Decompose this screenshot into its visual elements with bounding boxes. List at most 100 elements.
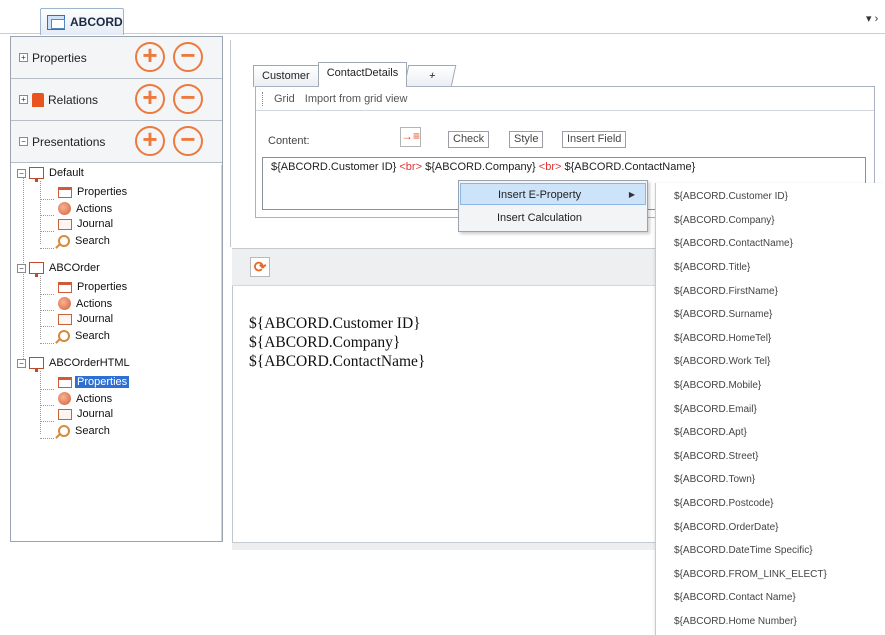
preview-pane: ${ABCORD.Customer ID} ${ABCORD.Company} … xyxy=(232,286,458,542)
submenu-item[interactable]: ${ABCORD.FirstName} xyxy=(674,286,778,297)
content-text: ${ABCORD.Customer ID} xyxy=(271,161,400,173)
tree-item-properties-selected[interactable]: Properties xyxy=(40,376,130,390)
tree-node-abcorder[interactable]: − ABCOrder xyxy=(17,262,102,277)
submenu-item[interactable]: ${ABCORD.Surname} xyxy=(674,309,772,320)
menu-item-insert-e-property[interactable]: Insert E-Property ▶ xyxy=(460,183,646,205)
search-icon xyxy=(58,425,70,437)
menu-item-insert-calculation[interactable]: Insert Calculation xyxy=(460,207,646,229)
content-text: ${ABCORD.Company} xyxy=(422,161,539,173)
refresh-icon[interactable]: ⟳ xyxy=(250,257,270,277)
content-text: ${ABCORD.ContactName} xyxy=(561,161,696,173)
search-icon xyxy=(58,235,70,247)
table-icon xyxy=(58,281,72,293)
tree-item-search[interactable]: Search xyxy=(40,235,112,249)
add-properties-button[interactable]: + xyxy=(135,42,165,72)
tree-item-label: Actions xyxy=(76,297,113,310)
tree-item-journal[interactable]: Journal xyxy=(40,408,115,422)
collapse-icon[interactable]: − xyxy=(17,358,26,368)
submenu-item[interactable]: ${ABCORD.Home Number} xyxy=(674,616,797,627)
insert-field-button[interactable]: Insert Field xyxy=(562,131,627,148)
journal-icon xyxy=(58,313,72,325)
tab-dropdown-icon[interactable]: ▾ › xyxy=(866,12,878,25)
check-button[interactable]: Check xyxy=(448,131,490,148)
search-icon xyxy=(58,330,70,342)
tree-item-actions[interactable]: Actions xyxy=(40,392,114,406)
tree-node-label: Default xyxy=(49,167,84,179)
import-grid-button[interactable]: Import from grid view xyxy=(305,93,408,105)
preview-text: ${ABCORD.Customer ID} ${ABCORD.Company} … xyxy=(249,314,425,371)
remove-properties-button[interactable]: − xyxy=(173,42,203,72)
tree-item-label: Journal xyxy=(77,313,114,325)
collapse-icon[interactable]: − xyxy=(17,168,26,178)
add-relations-button[interactable]: + xyxy=(135,84,165,114)
tree-item-label: Properties xyxy=(77,281,128,293)
tree-item-journal[interactable]: Journal xyxy=(40,218,115,232)
section-label: Relations xyxy=(48,92,99,107)
grid-button[interactable]: Grid xyxy=(274,93,295,105)
document-tab-abcord[interactable]: ABCORD xyxy=(40,8,124,35)
tree-item-label: Search xyxy=(75,235,110,247)
content-label: Content: xyxy=(268,135,310,147)
submenu-item[interactable]: ${ABCORD.Street} xyxy=(674,451,758,462)
editor-tabs: Customer ContactDetails + xyxy=(253,62,458,87)
tree-item-label: Properties xyxy=(77,186,128,198)
toolbar-grip xyxy=(262,91,264,106)
submenu-item[interactable]: ${ABCORD.ContactName} xyxy=(674,238,793,249)
menu-item-label: Insert Calculation xyxy=(497,212,582,224)
style-button[interactable]: Style xyxy=(509,131,544,148)
document-tab-strip: ABCORD ▾ › xyxy=(0,0,885,35)
preview-line: ${ABCORD.Company} xyxy=(249,334,401,351)
submenu-item[interactable]: ${ABCORD.HomeTel} xyxy=(674,333,771,344)
actions-icon xyxy=(58,297,71,310)
collapse-icon[interactable]: − xyxy=(19,137,28,146)
tree-node-abcorderhtml[interactable]: − ABCOrderHTML xyxy=(17,357,132,372)
preview-line: ${ABCORD.Customer ID} xyxy=(249,315,421,332)
tree-item-search[interactable]: Search xyxy=(40,425,112,439)
section-presentations[interactable]: − Presentations + − xyxy=(11,121,222,163)
section-label: Properties xyxy=(32,50,87,65)
section-properties[interactable]: + Properties + − xyxy=(11,37,222,79)
tree-item-actions[interactable]: Actions xyxy=(40,297,114,311)
br-tag: <br> xyxy=(538,161,562,173)
submenu-item[interactable]: ${ABCORD.Postcode} xyxy=(674,498,774,509)
e-property-submenu: ${ABCORD.Customer ID} ${ABCORD.Company} … xyxy=(655,183,885,635)
submenu-item[interactable]: ${ABCORD.DateTime Specific} xyxy=(674,545,813,556)
submenu-item[interactable]: ${ABCORD.Title} xyxy=(674,262,750,273)
section-relations[interactable]: + Relations + − xyxy=(11,79,222,121)
tab-contact-details[interactable]: ContactDetails xyxy=(317,62,408,87)
tree-item-actions[interactable]: Actions xyxy=(40,202,114,216)
tree-item-journal[interactable]: Journal xyxy=(40,313,115,327)
expand-icon[interactable]: + xyxy=(19,95,28,104)
tab-customer[interactable]: Customer xyxy=(253,65,319,87)
left-navigation-pane: + Properties + − + Relations + − − Prese… xyxy=(10,36,223,542)
submenu-item[interactable]: ${ABCORD.Apt} xyxy=(674,427,747,438)
tree-item-properties[interactable]: Properties xyxy=(40,186,129,200)
tree-item-properties[interactable]: Properties xyxy=(40,281,129,295)
submenu-item[interactable]: ${ABCORD.OrderDate} xyxy=(674,522,779,533)
submenu-item[interactable]: ${ABCORD.Contact Name} xyxy=(674,592,796,603)
tree-node-default[interactable]: − Default xyxy=(17,167,86,182)
remove-presentation-button[interactable]: − xyxy=(173,126,203,156)
add-presentation-button[interactable]: + xyxy=(135,126,165,156)
submenu-item[interactable]: ${ABCORD.FROM_LINK_ELECT} xyxy=(674,569,827,580)
tree-item-label: Journal xyxy=(77,218,114,230)
submenu-item[interactable]: ${ABCORD.Mobile} xyxy=(674,380,761,391)
submenu-item[interactable]: ${ABCORD.Work Tel} xyxy=(674,356,770,367)
actions-icon xyxy=(58,392,71,405)
submenu-item[interactable]: ${ABCORD.Customer ID} xyxy=(674,191,788,202)
remove-relations-button[interactable]: − xyxy=(173,84,203,114)
expand-icon[interactable]: + xyxy=(19,53,28,62)
document-tab-title: ABCORD xyxy=(70,15,123,29)
insert-arrow-button[interactable]: →≡ xyxy=(400,127,421,147)
sub-toolbar: Grid Import from grid view xyxy=(256,87,874,111)
tree-node-label: ABCOrder xyxy=(49,262,100,274)
table-icon xyxy=(58,376,72,388)
tree-item-search[interactable]: Search xyxy=(40,330,112,344)
submenu-item[interactable]: ${ABCORD.Town} xyxy=(674,474,755,485)
tree-item-label: Actions xyxy=(76,392,113,405)
submenu-item[interactable]: ${ABCORD.Company} xyxy=(674,215,775,226)
collapse-icon[interactable]: − xyxy=(17,263,26,273)
context-menu: Insert E-Property ▶ Insert Calculation xyxy=(458,180,648,232)
tab-add[interactable]: + xyxy=(403,65,458,87)
submenu-item[interactable]: ${ABCORD.Email} xyxy=(674,404,757,415)
